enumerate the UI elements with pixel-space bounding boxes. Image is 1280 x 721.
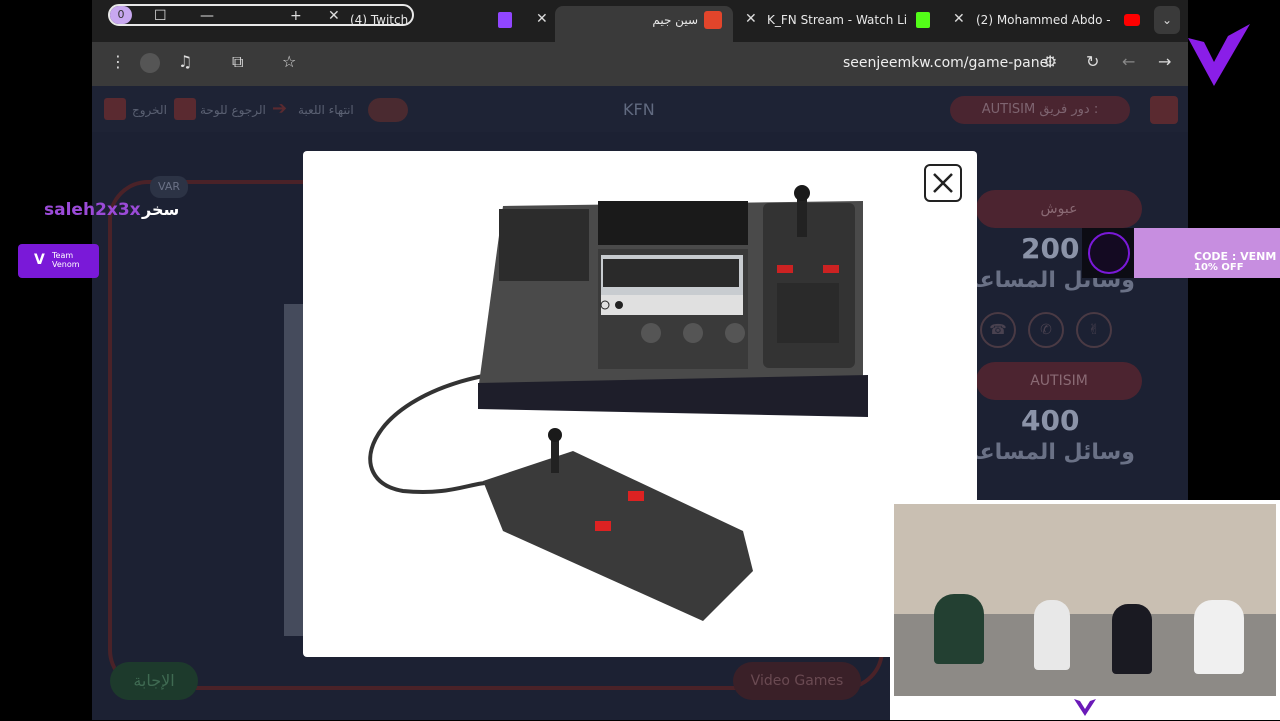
tab-twitch[interactable]: (4) Twitch <box>350 13 410 27</box>
close-tab-icon[interactable]: ✕ <box>745 11 757 27</box>
var-badge: VAR <box>150 176 188 198</box>
board-grid-icon <box>174 98 196 120</box>
game-title: KFN <box>623 100 655 119</box>
seenjeem-favicon-icon <box>704 11 722 29</box>
chat-message: سخر <box>142 200 180 219</box>
menu-dots-icon[interactable]: ⋮ <box>110 52 126 71</box>
help-phone-icon[interactable]: ✆ <box>1028 312 1064 348</box>
url-text[interactable]: seenjeemkw.com/game-panel <box>843 55 1052 71</box>
team-2-name: AUTISIM <box>976 362 1142 400</box>
turn-indicator: AUTISIM دور فريق : <box>950 96 1130 124</box>
image-modal <box>303 151 977 657</box>
exit-icon <box>104 98 126 120</box>
tab-seenjeem-label: سين جيم <box>652 13 698 27</box>
tab-search-button[interactable]: ⌄ <box>1154 6 1180 34</box>
kick-favicon-icon <box>916 12 930 28</box>
team-2-aids-label: وسائل المساعدة <box>975 440 1135 465</box>
bookmark-star-icon[interactable]: ☆ <box>282 52 296 71</box>
console-image <box>368 185 868 621</box>
chat-username: saleh2x3x <box>44 200 141 220</box>
answer-button[interactable]: الإجابة <box>110 662 198 700</box>
category-label: Video Games <box>733 662 861 700</box>
webcam-feed <box>894 504 1276 696</box>
team-1-score: 200 <box>1021 232 1080 265</box>
twitch-favicon-icon <box>498 12 512 28</box>
venom-bottom-logo <box>1072 697 1098 717</box>
new-tab-icon[interactable]: + <box>290 8 302 24</box>
tab-youtube[interactable]: (2) Mohammed Abdo - Sc <box>976 13 1114 27</box>
end-game-button[interactable]: انتهاء اللعبة <box>298 103 354 117</box>
media-control-icon[interactable]: ♫ <box>178 52 192 71</box>
youtube-favicon-icon <box>1124 14 1140 26</box>
team-2-score: 400 <box>1021 404 1080 437</box>
team-venom-text: Team Venom <box>52 251 80 269</box>
back-icon[interactable]: → <box>1158 52 1171 71</box>
profile-avatar[interactable] <box>140 53 160 73</box>
exit-button[interactable]: الخروج <box>132 103 167 117</box>
help-double-icon[interactable]: ✌ <box>1076 312 1112 348</box>
turn-label: دور فريق : <box>1039 102 1099 117</box>
close-window-icon[interactable]: ✕ <box>328 8 340 24</box>
tab-kfn-stream[interactable]: K_FN Stream - Watch Live <box>767 13 907 27</box>
team-1-name: عبوش <box>976 190 1142 228</box>
close-modal-button[interactable] <box>924 164 962 202</box>
forward-icon[interactable]: ← <box>1122 52 1135 71</box>
reload-icon[interactable]: ↻ <box>1086 52 1099 71</box>
venom-logo-icon: V <box>34 252 45 268</box>
venom-corner-logo <box>1184 18 1254 88</box>
back-to-board-button[interactable]: الرجوع للوحة <box>200 103 266 117</box>
close-tab-icon[interactable]: ✕ <box>953 11 965 27</box>
maximize-icon[interactable]: ☐ <box>154 8 167 24</box>
help-call-icon[interactable]: ☎ <box>980 312 1016 348</box>
site-settings-icon[interactable]: ⚙ <box>1043 52 1057 71</box>
team-venom-badge: V Team Venom <box>18 244 99 278</box>
close-icon <box>933 173 953 193</box>
notification-badge: 0 <box>110 6 132 24</box>
seenjeem-logo <box>1150 96 1178 124</box>
minimize-icon[interactable]: — <box>200 8 214 24</box>
end-game-icon: ➔ <box>272 98 288 119</box>
timer-toggle[interactable] <box>368 98 408 122</box>
turn-team-name: AUTISIM <box>981 102 1036 117</box>
venom-round-logo <box>1088 232 1130 274</box>
promo-discount-text: 10% OFF <box>1194 262 1244 273</box>
extensions-icon[interactable]: ⧉ <box>232 52 243 72</box>
close-tab-icon[interactable]: ✕ <box>536 11 548 27</box>
promo-code-box: CODE : VENM 10% OFF <box>1134 228 1280 278</box>
